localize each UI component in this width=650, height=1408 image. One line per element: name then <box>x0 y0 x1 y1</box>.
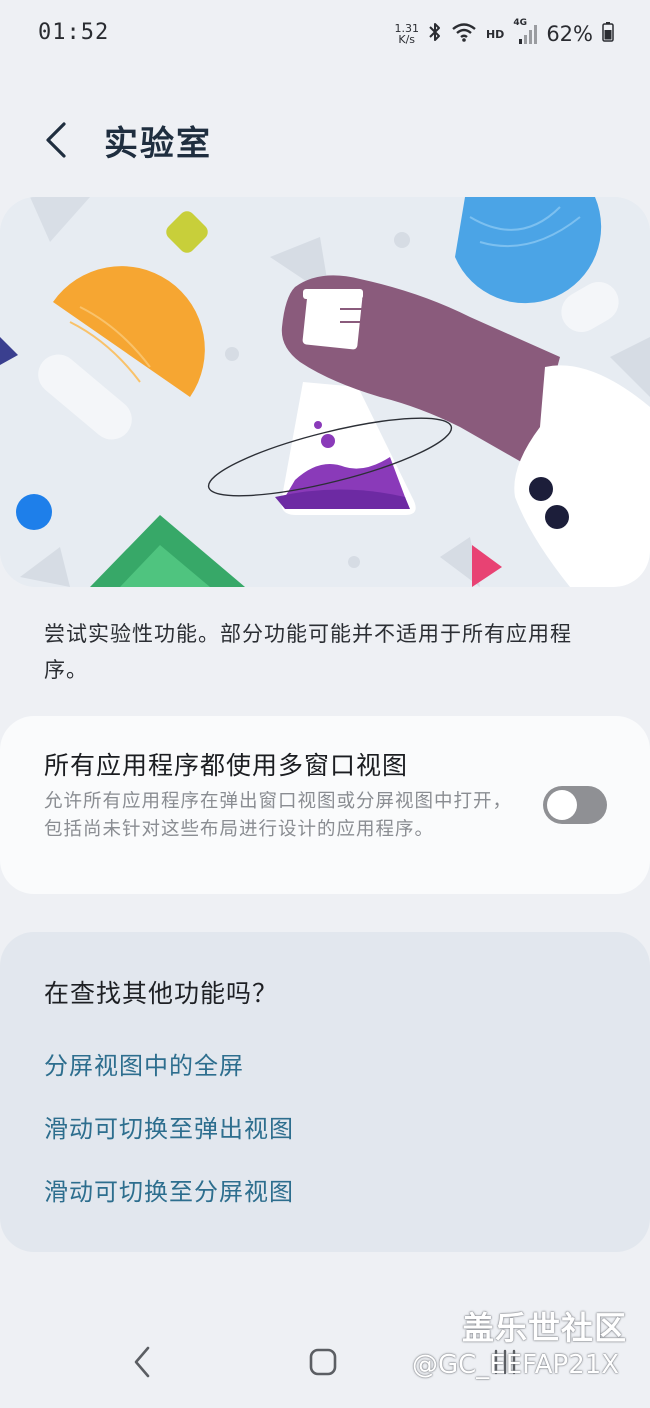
network-speed-unit: K/s <box>398 33 416 46</box>
swipe-pop-up-view-link[interactable]: 滑动可切换至弹出视图 <box>44 1109 294 1144</box>
network-speed: 1.31 K/s <box>394 23 419 45</box>
toggle-knob <box>547 790 577 820</box>
swipe-split-view-link[interactable]: 滑动可切换至分屏视图 <box>44 1172 294 1207</box>
lab-flask-illustration <box>0 197 650 587</box>
signal-icon: 4G <box>513 18 538 46</box>
other-features-title: 在查找其他功能吗？ <box>44 979 279 1008</box>
nav-home-button[interactable] <box>308 1347 338 1377</box>
watermark-brand: 盖乐世社区 <box>462 1309 628 1347</box>
other-features-card: 在查找其他功能吗？ 分屏视图中的全屏 滑动可切换至弹出视图 滑动可切换至分屏视图 <box>0 932 650 1252</box>
bluetooth-icon <box>428 21 442 47</box>
status-icons: 1.31 K/s HD 4G 62% <box>394 18 614 48</box>
nav-home-icon <box>309 1348 337 1376</box>
wifi-icon <box>451 21 477 47</box>
hd-badge: HD <box>485 27 505 41</box>
chevron-left-icon <box>46 122 66 158</box>
status-bar: 01:52 1.31 K/s HD 4G 62% <box>0 0 650 70</box>
battery-percent: 62% <box>546 22 593 46</box>
fullscreen-split-view-link[interactable]: 分屏视图中的全屏 <box>44 1046 244 1081</box>
setting-title: 所有应用程序都使用多窗口视图 <box>44 751 409 780</box>
watermark-user: @GC_EEFAP21X <box>412 1350 620 1380</box>
page-title: 实验室 <box>104 124 212 164</box>
back-button[interactable] <box>36 118 76 162</box>
nav-back-button[interactable] <box>128 1344 158 1380</box>
nav-back-icon <box>134 1346 150 1378</box>
battery-icon <box>602 22 614 46</box>
page-description: 尝试实验性功能。部分功能可能并不适用于所有应用程序。 <box>44 622 572 682</box>
setting-description: 允许所有应用程序在弹出窗口视图或分屏视图中打开，包括尚未针对这些布局进行设计的应… <box>44 791 513 840</box>
multi-window-setting-card[interactable]: 所有应用程序都使用多窗口视图 允许所有应用程序在弹出窗口视图或分屏视图中打开，包… <box>0 716 650 894</box>
status-time: 01:52 <box>38 20 110 45</box>
multi-window-toggle[interactable] <box>543 786 607 824</box>
